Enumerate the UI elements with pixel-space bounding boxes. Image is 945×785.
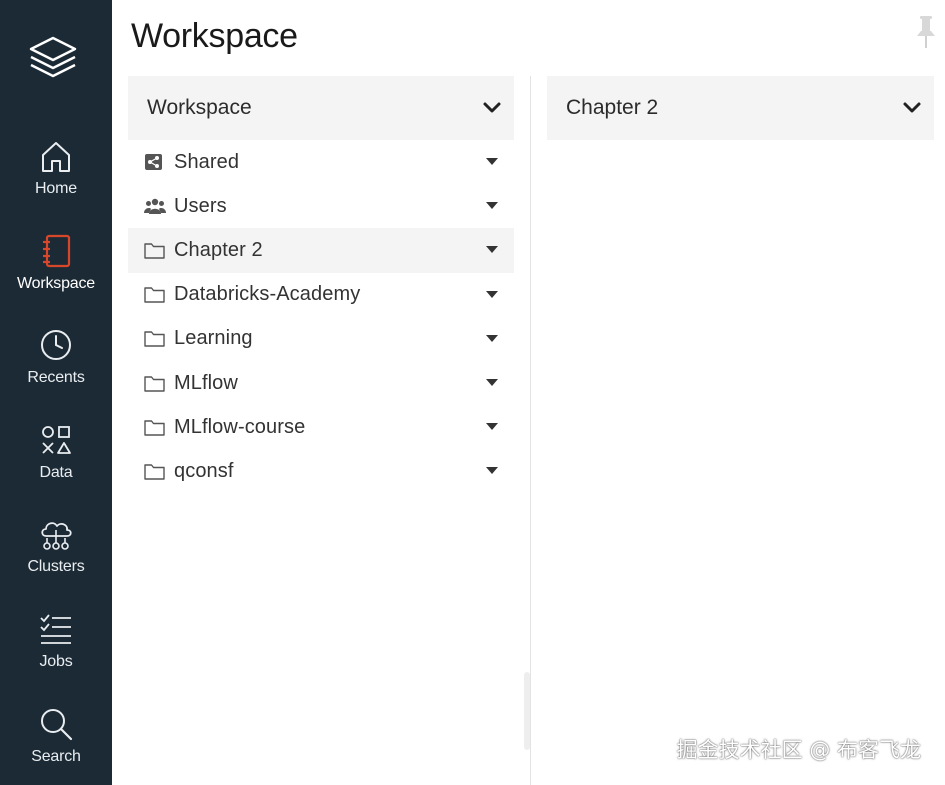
nav-label-clusters: Clusters [27,558,85,575]
shared-icon [144,153,166,171]
chevron-down-icon[interactable] [482,98,502,118]
caret-down-icon[interactable] [485,463,499,475]
clock-icon [36,325,76,365]
nav-item-jobs[interactable]: Jobs [0,607,112,701]
list-item-label: MLflow [174,371,238,394]
list-item-label: Chapter 2 [174,238,263,261]
workspace-tree-list: Shared Users Chapter 2 Databricks-Academ… [128,140,514,494]
column-resize-handle[interactable] [524,672,530,750]
data-shapes-icon [36,420,76,460]
folder-icon [144,418,166,436]
nav-item-search[interactable]: Search [0,702,112,785]
nav-item-home[interactable]: Home [0,134,112,228]
folder-icon [144,374,166,392]
caret-down-icon[interactable] [485,375,499,386]
nav-label-workspace: Workspace [17,275,95,292]
folder-icon [144,286,166,304]
list-item[interactable]: Databricks-Academy [128,273,514,317]
list-item-label: MLflow-course [174,415,306,438]
list-item-label: qconsf [174,459,234,482]
workspace-column-title: Workspace [147,96,252,119]
checklist-icon [36,609,76,649]
list-item-label: Users [174,194,227,217]
list-item[interactable]: Users [128,184,514,228]
watermark-text: 掘金技术社区 @ 布客飞龙 [676,738,921,762]
search-icon [36,704,76,744]
folder-icon [144,330,166,348]
users-icon [144,197,166,215]
list-item[interactable]: qconsf [128,449,514,493]
workspace-column-header[interactable]: Workspace [128,76,514,140]
chapter-column-header[interactable]: Chapter 2 [547,76,934,140]
nav-item-clusters[interactable]: Clusters [0,512,112,606]
list-item[interactable]: Shared [128,140,514,184]
pin-icon[interactable] [914,14,938,52]
caret-down-icon[interactable] [485,331,499,342]
page-title: Workspace [131,17,298,55]
workspace-icon [36,231,76,271]
nav-item-recents[interactable]: Recents [0,323,112,417]
home-icon [36,136,76,176]
cloud-cluster-icon [36,514,76,554]
list-item[interactable]: MLflow-course [128,405,514,449]
list-item[interactable]: Chapter 2 [128,228,514,273]
caret-down-icon[interactable] [485,242,499,254]
nav-item-data[interactable]: Data [0,418,112,512]
folder-icon [144,241,166,259]
list-item-label: Shared [174,150,240,173]
caret-down-icon[interactable] [485,419,499,431]
list-item[interactable]: MLflow [128,361,514,405]
nav-label-search: Search [31,748,81,765]
caret-down-icon[interactable] [485,154,499,165]
chevron-down-icon[interactable] [902,98,922,118]
nav-label-jobs: Jobs [39,653,73,670]
caret-down-icon[interactable] [485,287,499,298]
list-item-label: Learning [174,327,253,350]
nav-label-data: Data [39,464,73,481]
nav-item-workspace[interactable]: Workspace [0,229,112,323]
column-divider [530,76,531,785]
nav-label-home: Home [35,180,77,197]
list-item[interactable]: Learning [128,317,514,361]
stacked-layers-logo[interactable] [27,34,79,86]
folder-icon [144,462,166,480]
sidebar: Home Workspace Recents Data Clusters Job… [0,0,112,785]
nav-label-recents: Recents [27,369,85,386]
chapter-column-title: Chapter 2 [566,96,659,119]
caret-down-icon[interactable] [485,198,499,210]
list-item-label: Databricks-Academy [174,283,361,306]
